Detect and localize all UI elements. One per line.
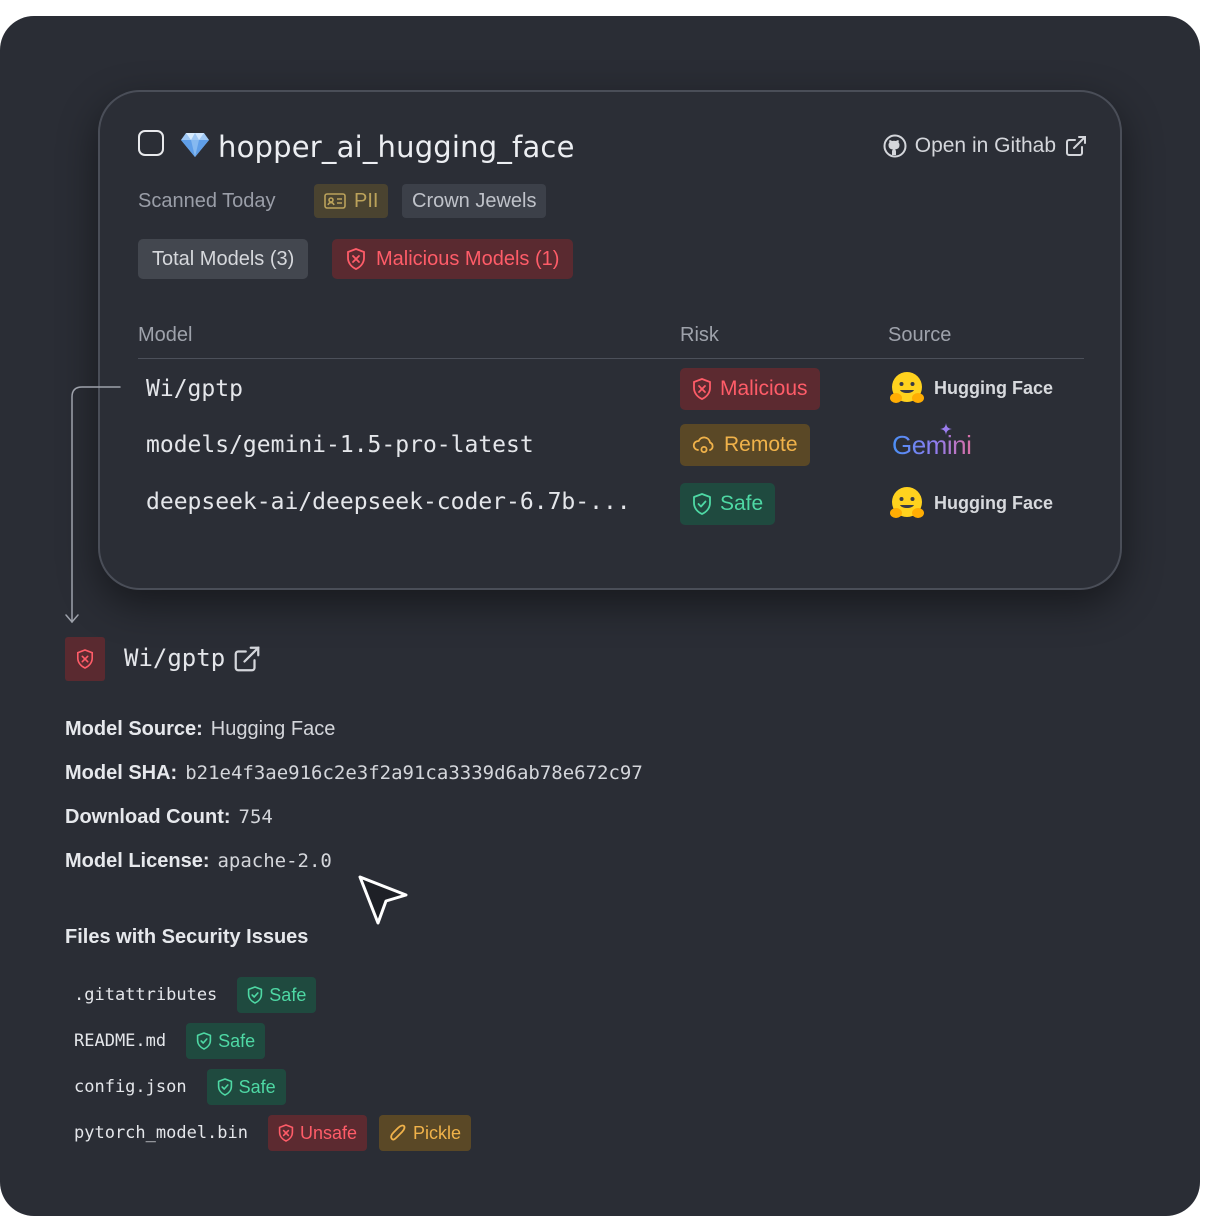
file-row[interactable]: pytorch_model.bin Unsafe Pickle (74, 1115, 472, 1151)
model-license-row: Model License: apache-2.0 (65, 850, 332, 873)
shield-x-icon (347, 248, 365, 270)
shield-check-icon (248, 986, 263, 1004)
file-status-label: Unsafe (300, 1122, 358, 1143)
download-count-value: 754 (238, 806, 273, 828)
file-status-label: Safe (269, 984, 307, 1005)
file-status-safe: Safe (237, 977, 317, 1013)
risk-badge-malicious: Malicious (680, 368, 820, 410)
external-link-icon[interactable] (232, 644, 262, 674)
file-row[interactable]: config.json Safe (74, 1069, 286, 1105)
model-sha-value: b21e4f3ae916c2e3f2a91ca3339d6ab78e672c97 (185, 762, 643, 784)
gemini-sparkle-icon (940, 423, 952, 435)
model-detail-title: Wi/gptp (124, 644, 226, 672)
risk-label: Malicious (720, 377, 808, 400)
file-name: .gitattributes (74, 985, 218, 1005)
file-row[interactable]: .gitattributes Safe (74, 977, 317, 1013)
model-license-key: Model License: (65, 850, 210, 872)
file-status-unsafe: Unsafe (268, 1115, 368, 1151)
shield-check-icon (196, 1032, 212, 1050)
pii-tag: PII (314, 184, 389, 218)
column-header-risk[interactable]: Risk (680, 324, 719, 347)
hugging-face-icon (890, 372, 924, 403)
select-checkbox[interactable] (138, 130, 164, 156)
malicious-models-chip[interactable]: Malicious Models (1) (332, 239, 574, 279)
risk-badge-safe: Safe (680, 483, 776, 525)
source-label: Hugging Face (934, 377, 1054, 398)
risk-label: Remote (724, 433, 798, 456)
shield-x-icon (76, 649, 94, 669)
file-status-safe: Safe (206, 1069, 286, 1105)
table-header-divider (138, 358, 1084, 359)
gem-icon (181, 133, 209, 157)
download-count-row: Download Count: 754 (65, 806, 273, 829)
risk-badge-remote: Remote (680, 424, 810, 466)
shield-check-icon (693, 493, 711, 515)
file-status-label: Safe (238, 1076, 276, 1097)
open-in-github-link[interactable]: Open in Githab (883, 134, 1088, 158)
repo-card[interactable]: hopper_ai_hugging_face Open in Githab Sc… (98, 90, 1122, 590)
id-card-icon (324, 193, 346, 209)
column-header-model[interactable]: Model (138, 324, 192, 347)
model-source-key: Model Source: (65, 718, 203, 740)
file-status-safe: Safe (186, 1023, 266, 1059)
malicious-status-icon (65, 637, 105, 681)
source-hugging-face: Hugging Face (888, 485, 1053, 521)
file-format-label: Pickle (413, 1122, 462, 1143)
file-name: pytorch_model.bin (74, 1123, 248, 1143)
scanned-status: Scanned Today (138, 190, 276, 212)
hugging-face-icon (890, 487, 924, 518)
file-row[interactable]: README.md Safe (74, 1023, 266, 1059)
table-row-model[interactable]: models/gemini-1.5-pro-latest (146, 432, 534, 458)
model-license-value: apache-2.0 (217, 850, 332, 872)
shield-check-icon (217, 1078, 232, 1096)
repo-name: hopper_ai_hugging_face (218, 130, 575, 164)
files-section-title: Files with Security Issues (65, 926, 309, 948)
model-source-value: Hugging Face (210, 718, 336, 740)
shield-x-icon (278, 1124, 294, 1142)
total-models-chip[interactable]: Total Models (3) (138, 239, 309, 279)
file-badges: Unsafe Pickle (268, 1115, 472, 1151)
source-label: Hugging Face (934, 492, 1054, 513)
external-link-icon (1066, 136, 1086, 156)
source-gemini: Gemini (892, 423, 972, 461)
open-in-github-label: Open in Githab (914, 134, 1056, 157)
source-label: Gemini (892, 430, 972, 460)
table-row-model[interactable]: Wi/gptp (146, 376, 243, 402)
download-count-key: Download Count: (65, 806, 231, 828)
malicious-models-label: Malicious Models (1) (376, 247, 560, 270)
column-header-source[interactable]: Source (888, 324, 951, 347)
cloud-icon (692, 436, 714, 453)
model-sha-key: Model SHA: (65, 762, 178, 784)
source-hugging-face: Hugging Face (888, 370, 1053, 406)
pii-label: PII (354, 189, 379, 212)
github-icon (883, 134, 907, 158)
pickle-icon (390, 1124, 406, 1141)
shield-x-icon (693, 378, 711, 400)
file-status-label: Safe (218, 1030, 256, 1051)
cursor-icon (358, 875, 408, 925)
connector-arrow (65, 386, 121, 624)
model-source-row: Model Source: Hugging Face (65, 718, 335, 741)
file-name: README.md (74, 1031, 167, 1051)
crown-jewels-tag: Crown Jewels (402, 184, 547, 218)
file-name: config.json (74, 1077, 187, 1097)
risk-label: Safe (720, 492, 764, 515)
table-row-model[interactable]: deepseek-ai/deepseek-coder-6.7b-... (146, 489, 631, 515)
model-sha-row: Model SHA: b21e4f3ae916c2e3f2a91ca3339d6… (65, 762, 643, 785)
file-format-pickle: Pickle (379, 1115, 472, 1151)
panel: hopper_ai_hugging_face Open in Githab Sc… (0, 16, 1200, 1216)
